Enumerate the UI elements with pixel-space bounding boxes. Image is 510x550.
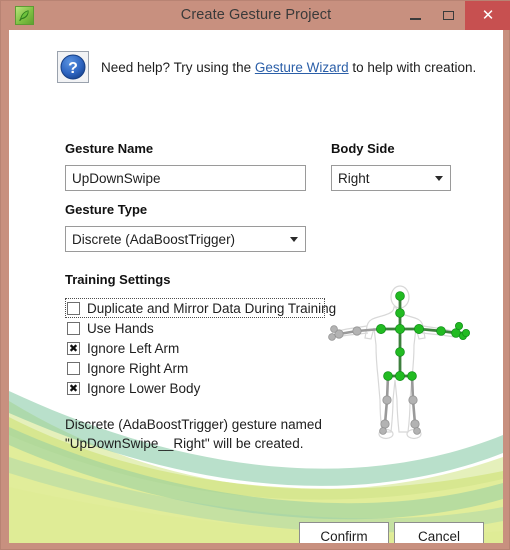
dialog-window: Create Gesture Project ✕ ? Need help? Tr… xyxy=(0,0,510,550)
gesture-type-select[interactable]: Discrete (AdaBoostTrigger) xyxy=(65,226,306,252)
check-icon: ✖ xyxy=(68,381,79,395)
checkbox-ignore-lower-body[interactable]: ✖ xyxy=(67,381,80,395)
check-icon: ✖ xyxy=(68,341,79,355)
body-side-label: Body Side xyxy=(331,141,395,156)
cancel-button[interactable]: Cancel xyxy=(394,522,484,543)
checkbox-row-ignore-left-arm[interactable]: ✖ Ignore Left Arm xyxy=(65,338,325,358)
chevron-down-icon xyxy=(283,236,305,242)
svg-text:?: ? xyxy=(68,60,78,77)
dialog-client-area: ? Need help? Try using the Gesture Wizar… xyxy=(9,30,503,543)
question-mark-icon: ? xyxy=(57,51,89,83)
app-leaf-icon xyxy=(15,6,34,25)
checkbox-label-ignore-lower-body: Ignore Lower Body xyxy=(87,380,201,396)
checkbox-label-duplicate-mirror: Duplicate and Mirror Data During Trainin… xyxy=(87,300,337,316)
help-text: Need help? Try using the Gesture Wizard … xyxy=(101,60,476,75)
gesture-name-input[interactable] xyxy=(65,165,306,191)
joints-active xyxy=(376,291,470,382)
close-icon: ✕ xyxy=(481,5,495,24)
help-text-after: to help with creation. xyxy=(348,59,477,75)
gesture-name-label: Gesture Name xyxy=(65,141,154,156)
checkbox-label-ignore-right-arm: Ignore Right Arm xyxy=(87,360,189,376)
maximize-button[interactable] xyxy=(432,1,465,30)
chevron-down-icon xyxy=(428,175,450,181)
title-bar[interactable]: Create Gesture Project ✕ xyxy=(1,1,510,30)
summary-text: Discrete (AdaBoostTrigger) gesture named… xyxy=(65,417,322,451)
confirm-button[interactable]: Confirm xyxy=(299,522,389,543)
checkbox-row-ignore-right-arm[interactable]: ✖ Ignore Right Arm xyxy=(65,358,325,378)
checkbox-duplicate-mirror[interactable]: ✖ xyxy=(67,301,80,315)
minimize-button[interactable] xyxy=(399,1,432,30)
training-settings-list: ✖ Duplicate and Mirror Data During Train… xyxy=(65,298,336,398)
training-settings-label: Training Settings xyxy=(65,272,171,287)
checkbox-label-use-hands: Use Hands xyxy=(87,320,154,336)
help-banner: ? Need help? Try using the Gesture Wizar… xyxy=(57,51,476,83)
body-side-value: Right xyxy=(338,170,370,186)
gesture-type-value: Discrete (AdaBoostTrigger) xyxy=(72,231,236,247)
checkbox-use-hands[interactable]: ✖ xyxy=(67,321,80,335)
checkbox-ignore-left-arm[interactable]: ✖ xyxy=(67,341,80,355)
checkbox-row-duplicate-mirror[interactable]: ✖ Duplicate and Mirror Data During Train… xyxy=(65,298,336,318)
minimize-icon xyxy=(410,18,421,20)
caption-button-group: ✕ xyxy=(399,1,510,30)
maximize-icon xyxy=(443,11,454,20)
checkbox-row-ignore-lower-body[interactable]: ✖ Ignore Lower Body xyxy=(65,378,325,398)
checkbox-row-use-hands[interactable]: ✖ Use Hands xyxy=(65,318,325,338)
gesture-type-label: Gesture Type xyxy=(65,202,148,217)
body-side-select[interactable]: Right xyxy=(331,165,451,191)
checkbox-label-ignore-left-arm: Ignore Left Arm xyxy=(87,340,180,356)
help-text-before: Need help? Try using the xyxy=(101,59,255,75)
gesture-wizard-link[interactable]: Gesture Wizard xyxy=(255,60,349,75)
checkbox-ignore-right-arm[interactable]: ✖ xyxy=(67,361,80,375)
close-button[interactable]: ✕ xyxy=(465,1,510,30)
